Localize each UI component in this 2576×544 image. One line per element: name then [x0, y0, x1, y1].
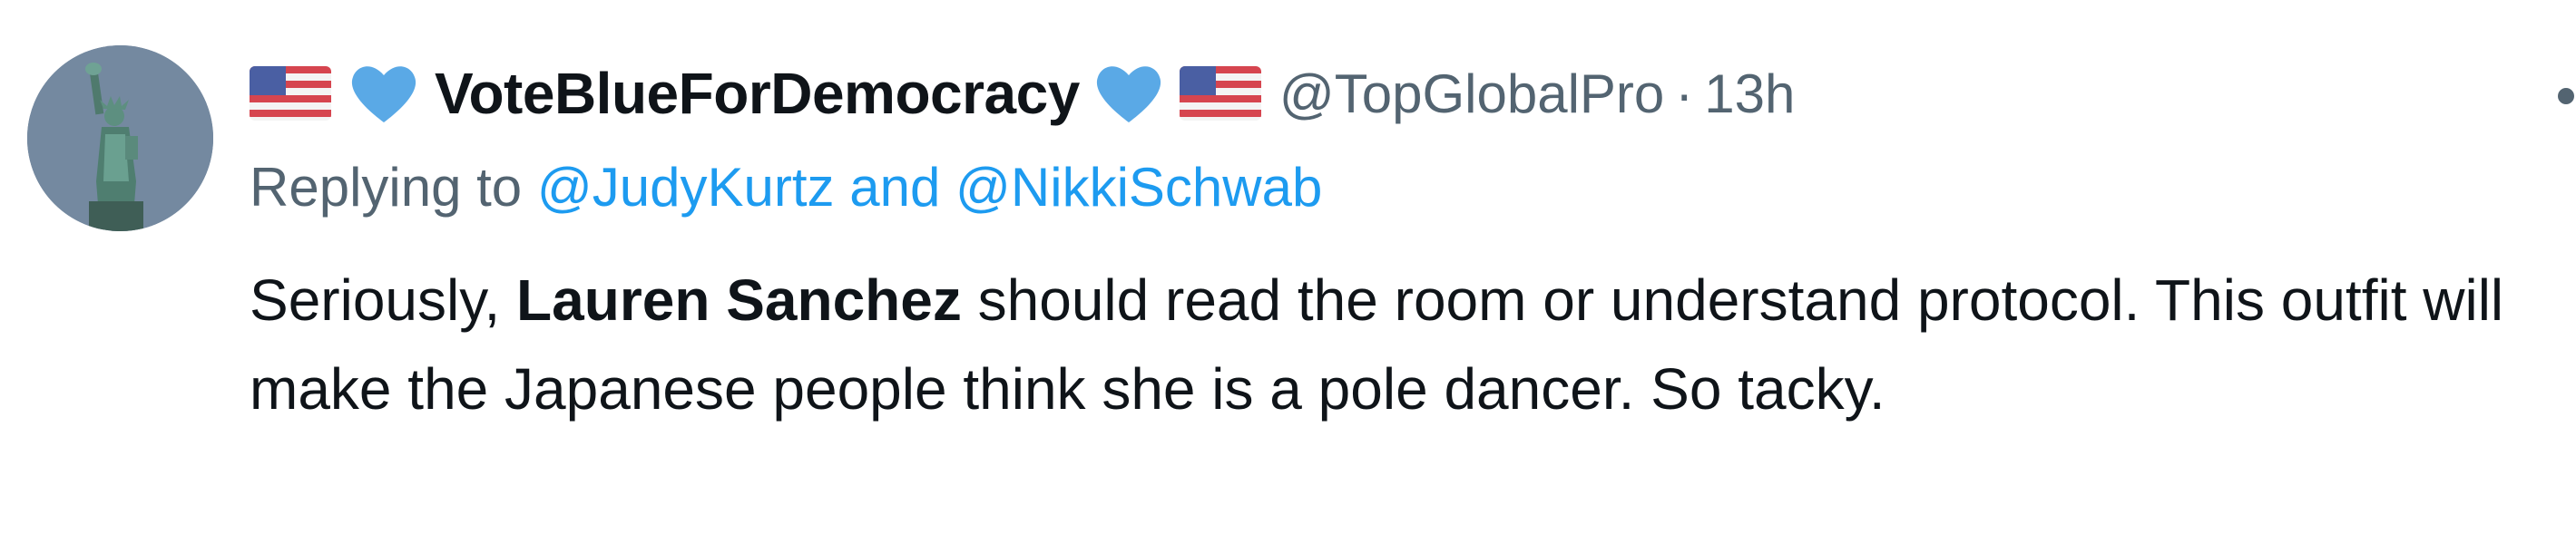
tweet-text-part: Seriously,: [250, 267, 501, 333]
separator-dot: ·: [1675, 63, 1694, 124]
statue-of-liberty-image: [27, 45, 213, 231]
tweet-text-bold-name: Lauren Sanchez: [516, 267, 962, 333]
tweet-header: VoteBlueForDemocracy @TopGlobalPro · 13h: [250, 53, 1795, 134]
us-flag-icon: [250, 66, 331, 121]
mention-link[interactable]: @JudyKurtz: [537, 157, 835, 218]
more-options-icon[interactable]: [2552, 87, 2576, 105]
tweet[interactable]: VoteBlueForDemocracy @TopGlobalPro · 13h…: [0, 0, 2576, 544]
tweet-text: Seriously, Lauren Sanchez should read th…: [250, 256, 2545, 433]
timestamp[interactable]: 13h: [1704, 63, 1795, 125]
blue-heart-icon: [349, 63, 418, 124]
avatar[interactable]: [27, 45, 213, 231]
reply-conjunction: and: [849, 157, 941, 218]
author-handle[interactable]: @TopGlobalPro: [1279, 63, 1664, 125]
blue-heart-icon: [1094, 63, 1163, 124]
reply-prefix: Replying to: [250, 157, 523, 218]
us-flag-icon: [1179, 66, 1261, 121]
author-display-name[interactable]: VoteBlueForDemocracy: [435, 60, 1080, 127]
mention-link[interactable]: @NikkiSchwab: [955, 157, 1322, 218]
reply-context: Replying to @JudyKurtz and @NikkiSchwab: [250, 156, 1322, 219]
